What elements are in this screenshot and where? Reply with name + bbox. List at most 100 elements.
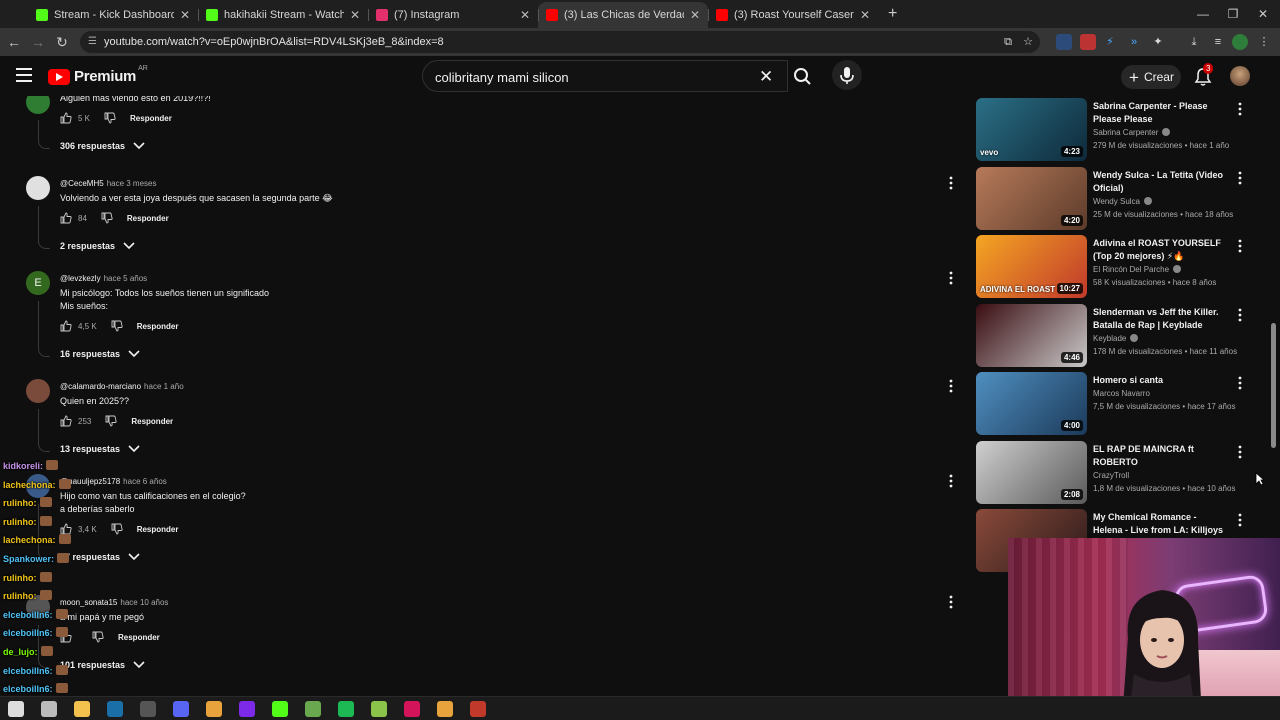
discord-icon[interactable] — [173, 701, 189, 717]
video-title[interactable]: Slenderman vs Jeff the Killer. Batalla d… — [1093, 306, 1227, 332]
video-more-icon[interactable] — [1237, 445, 1243, 459]
reply-button[interactable]: Responder — [127, 214, 169, 223]
comment-author[interactable]: @calamardo-marciano — [60, 382, 141, 391]
search-input[interactable] — [435, 68, 755, 86]
recommended-video[interactable]: 4:46 Slenderman vs Jeff the Killer. Batal… — [976, 304, 1266, 368]
recommended-video[interactable]: 2:08 EL RAP DE MAINCRA ft ROBERTO CrazyTro… — [976, 441, 1266, 505]
comment-more-icon[interactable] — [948, 176, 954, 190]
replies-toggle[interactable]: 16 respuestas — [60, 349, 140, 359]
replies-toggle[interactable]: 2 respuestas — [60, 241, 135, 251]
reading-list-icon[interactable]: ≡ — [1210, 34, 1226, 50]
tab-close-icon[interactable]: ✕ — [350, 8, 360, 22]
windows-start-icon[interactable] — [8, 701, 24, 717]
video-thumbnail[interactable]: vevo 4:23 — [976, 98, 1087, 161]
comment-time[interactable]: hace 3 meses — [107, 179, 157, 188]
spotify-icon[interactable] — [338, 701, 354, 717]
obs-icon[interactable] — [140, 701, 156, 717]
commenter-avatar[interactable]: E — [26, 271, 50, 295]
new-tab-button[interactable]: + — [878, 2, 907, 28]
comment-more-icon[interactable] — [948, 595, 954, 609]
minimize-button[interactable]: — — [1188, 0, 1218, 28]
xbox-app-icon[interactable] — [371, 701, 387, 717]
video-thumbnail[interactable]: 4:20 — [976, 167, 1087, 230]
video-more-icon[interactable] — [1237, 171, 1243, 185]
video-more-icon[interactable] — [1237, 102, 1243, 116]
search-taskbar-icon[interactable] — [41, 701, 57, 717]
forward-button[interactable]: → — [28, 32, 48, 52]
opera-gx-icon[interactable] — [404, 701, 420, 717]
video-title[interactable]: Wendy Sulca - La Tetita (Video Oficial) — [1093, 169, 1227, 195]
channel-name[interactable]: CrazyTroll — [1093, 471, 1129, 480]
commenter-avatar[interactable] — [26, 379, 50, 403]
tab-close-icon[interactable]: ✕ — [690, 8, 700, 22]
chrome-icon[interactable] — [206, 701, 222, 717]
search-button[interactable] — [788, 60, 818, 92]
video-thumbnail[interactable]: 4:00 — [976, 372, 1087, 435]
video-title[interactable]: EL RAP DE MAINCRA ft ROBERTO — [1093, 443, 1227, 469]
recommended-video[interactable]: vevo 4:23 Sabrina Carpenter - Please Pleas… — [976, 98, 1266, 162]
voice-search-button[interactable] — [832, 60, 862, 90]
recommended-video[interactable]: 4:00 Homero si canta Marcos Navarro 7,5 M d… — [976, 372, 1266, 436]
comment-time[interactable]: hace 1 año — [144, 382, 184, 391]
maximize-button[interactable]: ❐ — [1218, 0, 1248, 28]
comment-more-icon[interactable] — [948, 474, 954, 488]
dislike-icon[interactable] — [104, 112, 116, 124]
channel-name[interactable]: Keyblade — [1093, 334, 1126, 343]
page-scrollbar[interactable] — [1271, 323, 1276, 448]
comment-author[interactable]: @CeceMH5 — [60, 179, 104, 188]
video-thumbnail[interactable]: ADIVINA EL ROAST 10:27 — [976, 235, 1087, 298]
dislike-icon[interactable] — [101, 212, 113, 224]
video-more-icon[interactable] — [1237, 239, 1243, 253]
comment-more-icon[interactable] — [948, 379, 954, 393]
reply-button[interactable]: Responder — [131, 417, 173, 426]
channel-name[interactable]: Sabrina Carpenter — [1093, 128, 1158, 137]
extension-icon[interactable]: ⚡ — [1102, 34, 1118, 50]
profile-avatar-icon[interactable] — [1232, 34, 1248, 50]
replies-toggle[interactable]: 306 respuestas — [60, 141, 145, 151]
recommended-video[interactable]: 4:20 Wendy Sulca - La Tetita (Video Ofici… — [976, 167, 1266, 231]
extension-icon[interactable] — [1080, 34, 1096, 50]
dislike-icon[interactable] — [105, 415, 117, 427]
chrome-active-icon[interactable] — [437, 701, 453, 717]
extensions-puzzle-icon[interactable]: ✦ — [1150, 34, 1166, 50]
browser-tab[interactable]: (7) Instagram ✕ — [368, 2, 538, 28]
video-thumbnail[interactable]: 4:46 — [976, 304, 1087, 367]
channel-name[interactable]: Wendy Sulca — [1093, 197, 1140, 206]
like-icon[interactable] — [60, 212, 72, 224]
browser-tab[interactable]: hakihakii Stream - Watch Live o ✕ — [198, 2, 368, 28]
file-explorer-icon[interactable] — [74, 701, 90, 717]
hamburger-menu-icon[interactable] — [16, 68, 32, 82]
browser-menu-icon[interactable]: ⋮ — [1256, 34, 1272, 50]
comment-author[interactable]: @levzkezly — [60, 274, 101, 283]
bookmark-star-icon[interactable]: ☆ — [1020, 34, 1036, 50]
notifications-button[interactable]: 3 — [1192, 63, 1214, 88]
tab-close-icon[interactable]: ✕ — [180, 8, 190, 22]
extension-icon[interactable] — [1056, 34, 1072, 50]
downloads-icon[interactable]: ⤓ — [1186, 34, 1202, 50]
browser-tab[interactable]: (3) Las Chicas de Verdad nos G ✕ — [538, 2, 708, 28]
video-more-icon[interactable] — [1237, 513, 1243, 527]
steam-icon[interactable] — [107, 701, 123, 717]
reload-button[interactable]: ↻ — [52, 32, 72, 52]
back-button[interactable]: ← — [4, 32, 24, 52]
browser-tab[interactable]: Stream - Kick Dashboard ✕ — [28, 2, 198, 28]
site-info-icon[interactable]: ☰ — [88, 36, 100, 48]
install-app-icon[interactable]: ⧉ — [1000, 34, 1016, 50]
tab-close-icon[interactable]: ✕ — [860, 8, 870, 22]
account-avatar[interactable] — [1230, 66, 1250, 86]
youtube-premium-logo[interactable]: Premium AR — [48, 65, 148, 85]
address-bar[interactable]: ☰ youtube.com/watch?v=oEp0wjnBrOA&list=R… — [80, 31, 1040, 53]
kick-icon[interactable] — [272, 701, 288, 717]
minecraft-icon[interactable] — [305, 701, 321, 717]
video-title[interactable]: Sabrina Carpenter - Please Please Please — [1093, 100, 1227, 126]
media-app-icon[interactable] — [470, 701, 486, 717]
dislike-icon[interactable] — [111, 320, 123, 332]
canva-icon[interactable] — [239, 701, 255, 717]
video-more-icon[interactable] — [1237, 376, 1243, 390]
replies-toggle[interactable]: 13 respuestas — [60, 444, 140, 454]
video-title[interactable]: Homero si canta — [1093, 374, 1227, 387]
reply-button[interactable]: Responder — [137, 322, 179, 331]
channel-name[interactable]: Marcos Navarro — [1093, 389, 1150, 398]
commenter-avatar[interactable] — [26, 96, 50, 114]
recommended-video[interactable]: ADIVINA EL ROAST 10:27 Adivina el ROAST YO… — [976, 235, 1266, 299]
